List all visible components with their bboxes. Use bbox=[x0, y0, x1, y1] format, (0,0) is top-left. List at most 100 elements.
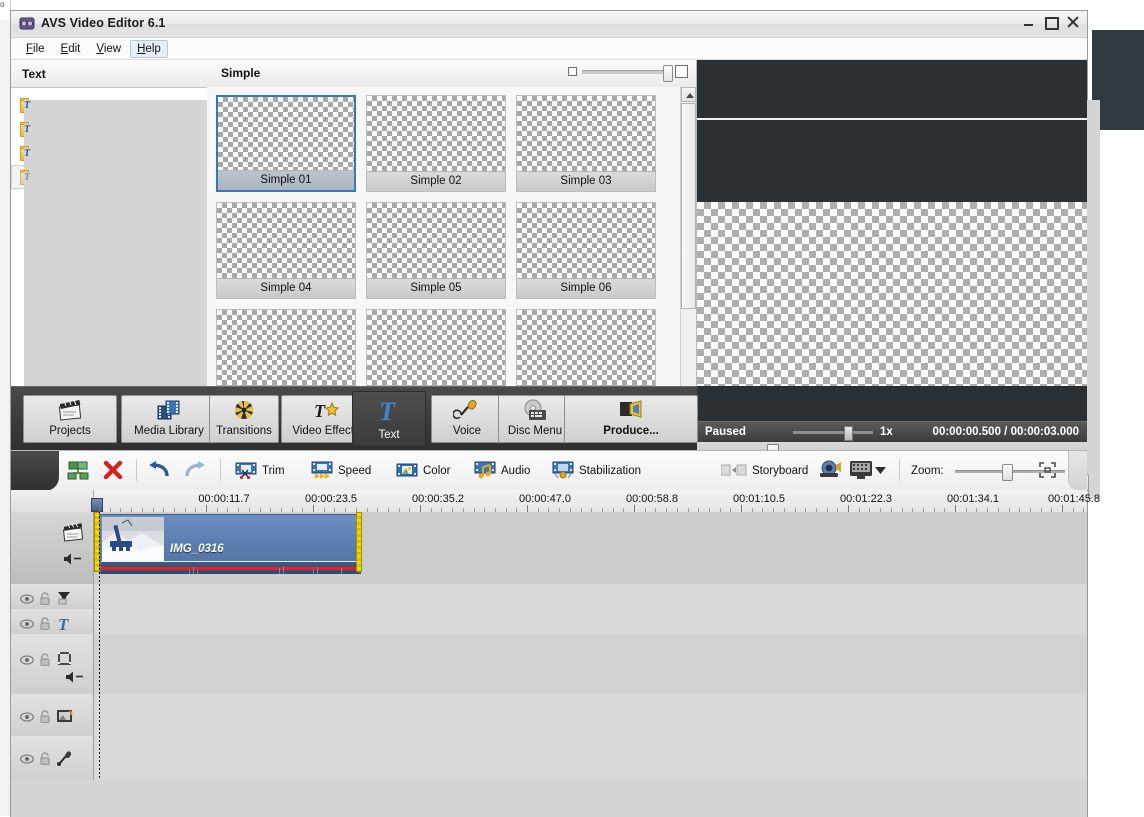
track-body[interactable] bbox=[94, 584, 1087, 609]
eye-icon[interactable] bbox=[20, 654, 34, 668]
thumbnail-scrollbar[interactable] bbox=[680, 87, 696, 435]
timeline-track-video-effects[interactable] bbox=[11, 584, 1087, 610]
thumbnail-item[interactable]: Simple 04 bbox=[216, 202, 356, 299]
delete-button[interactable] bbox=[103, 459, 123, 483]
thumbnail-item[interactable]: Simple 02 bbox=[366, 95, 506, 192]
size-slider-track[interactable] bbox=[582, 64, 673, 82]
film-stack-icon bbox=[155, 398, 183, 422]
menu-edit[interactable]: Edit bbox=[54, 40, 88, 58]
lock-icon[interactable] bbox=[39, 591, 51, 608]
timeline-track-text[interactable]: T bbox=[11, 609, 1087, 635]
undo-button[interactable] bbox=[147, 459, 171, 483]
scroll-up-button[interactable] bbox=[681, 87, 696, 102]
thumbnail-size-slider[interactable] bbox=[568, 64, 688, 82]
lock-icon[interactable] bbox=[39, 653, 51, 669]
track-body[interactable] bbox=[94, 736, 1087, 780]
track-header[interactable] bbox=[11, 634, 94, 694]
lock-icon[interactable] bbox=[39, 752, 51, 768]
svg-text:T: T bbox=[314, 401, 326, 421]
camera-capture-button[interactable] bbox=[817, 459, 843, 483]
thumbnail-item[interactable]: Simple 03 bbox=[516, 95, 656, 192]
track-body[interactable] bbox=[94, 609, 1087, 634]
mode-button-text[interactable]: T Text bbox=[352, 391, 426, 447]
scrollbar-thumb[interactable] bbox=[681, 103, 696, 309]
stabilization-button[interactable]: Stabilization bbox=[552, 459, 641, 483]
redo-button[interactable] bbox=[183, 459, 207, 483]
split-button[interactable] bbox=[67, 459, 89, 483]
track-body[interactable] bbox=[94, 634, 1087, 694]
track-header[interactable]: T bbox=[11, 609, 94, 634]
timeline-track-overlay-video[interactable] bbox=[11, 634, 1087, 695]
timeline-clip[interactable]: IMG_0316 bbox=[99, 514, 361, 574]
timeline-track-image[interactable] bbox=[11, 694, 1087, 737]
track-body[interactable] bbox=[94, 694, 1087, 736]
preview-player[interactable] bbox=[697, 60, 1087, 435]
eye-icon[interactable] bbox=[20, 593, 34, 607]
close-button[interactable] bbox=[1065, 14, 1081, 30]
app-root: o AVS Video Editor 6.1 File Edit View He… bbox=[0, 0, 1144, 817]
menu-file[interactable]: File bbox=[19, 40, 52, 58]
speaker-icon[interactable] bbox=[65, 670, 85, 687]
thumbnail-item[interactable]: Simple 01 bbox=[216, 95, 356, 192]
clip-name: IMG_0316 bbox=[170, 543, 224, 555]
timeline-ruler[interactable]: 00:00:11.7 00:00:23.5 00:00:35.2 00:00:4… bbox=[11, 490, 1100, 513]
sidebar-item-all-text-types[interactable]: T All Text Types bbox=[11, 93, 1100, 427]
mode-button-produce[interactable]: Produce... bbox=[564, 395, 698, 443]
text-folder-icon: T bbox=[20, 170, 1100, 499]
timeline-track-main-video[interactable]: IMG_0316 bbox=[11, 512, 1087, 585]
mode-button-media-library[interactable]: Media Library bbox=[121, 395, 217, 443]
mode-button-voice[interactable]: Voice bbox=[431, 395, 503, 443]
ruler-label: 00:00:23.5 bbox=[305, 493, 357, 505]
preview-letterbox-mid bbox=[697, 120, 1087, 202]
thumbnail-item[interactable]: Simple 06 bbox=[516, 202, 656, 299]
track-header[interactable] bbox=[11, 512, 94, 584]
ruler-label: 00:01:34.1 bbox=[947, 493, 999, 505]
audio-button[interactable]: Audio bbox=[474, 459, 530, 483]
lock-icon[interactable] bbox=[39, 710, 51, 726]
storyboard-toggle[interactable]: Storyboard bbox=[720, 459, 808, 483]
speed-slider-knob[interactable] bbox=[844, 426, 853, 441]
menu-help[interactable]: Help bbox=[130, 39, 168, 58]
fit-to-window-button[interactable] bbox=[1039, 459, 1056, 483]
track-header[interactable] bbox=[11, 584, 94, 609]
toolbar-right-corner bbox=[1068, 451, 1087, 491]
transparency-checker bbox=[367, 310, 505, 386]
color-button[interactable]: Color bbox=[396, 459, 450, 483]
mode-button-projects[interactable]: Projects bbox=[23, 395, 117, 443]
speaker-icon[interactable] bbox=[63, 552, 83, 569]
mode-button-label: Voice bbox=[452, 425, 482, 437]
microphone-icon bbox=[452, 398, 481, 422]
timeline-playhead[interactable] bbox=[99, 512, 100, 780]
toolbar-separator bbox=[136, 459, 137, 481]
thumbnail-item[interactable]: Simple 05 bbox=[366, 202, 506, 299]
ruler-label: 00:00:47.0 bbox=[519, 493, 571, 505]
speed-slider-track[interactable] bbox=[793, 431, 873, 434]
menu-view[interactable]: View bbox=[89, 40, 128, 58]
minimize-button[interactable] bbox=[1021, 14, 1037, 30]
text-folder-icon: T bbox=[20, 146, 1100, 475]
mode-button-label: Media Library bbox=[134, 425, 204, 437]
eye-icon[interactable] bbox=[20, 753, 34, 767]
size-slider-knob[interactable] bbox=[663, 64, 673, 82]
clip-trim-handle-right[interactable] bbox=[356, 512, 362, 572]
ruler-header-spacer bbox=[11, 490, 94, 512]
eye-icon[interactable] bbox=[20, 711, 34, 725]
capture-dropdown-button[interactable] bbox=[875, 459, 886, 483]
storyboard-icon bbox=[720, 463, 747, 480]
maximize-button[interactable] bbox=[1043, 14, 1059, 30]
screen-capture-button[interactable] bbox=[849, 459, 873, 483]
lock-icon[interactable] bbox=[39, 617, 51, 633]
zoom-slider-knob[interactable] bbox=[1001, 464, 1013, 481]
track-header[interactable] bbox=[11, 694, 94, 736]
track-header[interactable] bbox=[11, 736, 94, 780]
trim-button[interactable]: Trim bbox=[235, 459, 285, 483]
mode-button-transitions[interactable]: Transitions bbox=[209, 395, 279, 443]
audio-label: Audio bbox=[501, 465, 531, 477]
swirl-icon bbox=[230, 398, 258, 422]
timeline-track-voice[interactable] bbox=[11, 736, 1087, 780]
eye-icon[interactable] bbox=[20, 618, 34, 632]
track-body[interactable]: IMG_0316 bbox=[94, 512, 1087, 584]
mode-button-disc-menu[interactable]: Disc Menu bbox=[498, 395, 572, 443]
timeline-playhead-marker[interactable] bbox=[91, 498, 103, 512]
speed-button[interactable]: Speed bbox=[311, 459, 371, 483]
